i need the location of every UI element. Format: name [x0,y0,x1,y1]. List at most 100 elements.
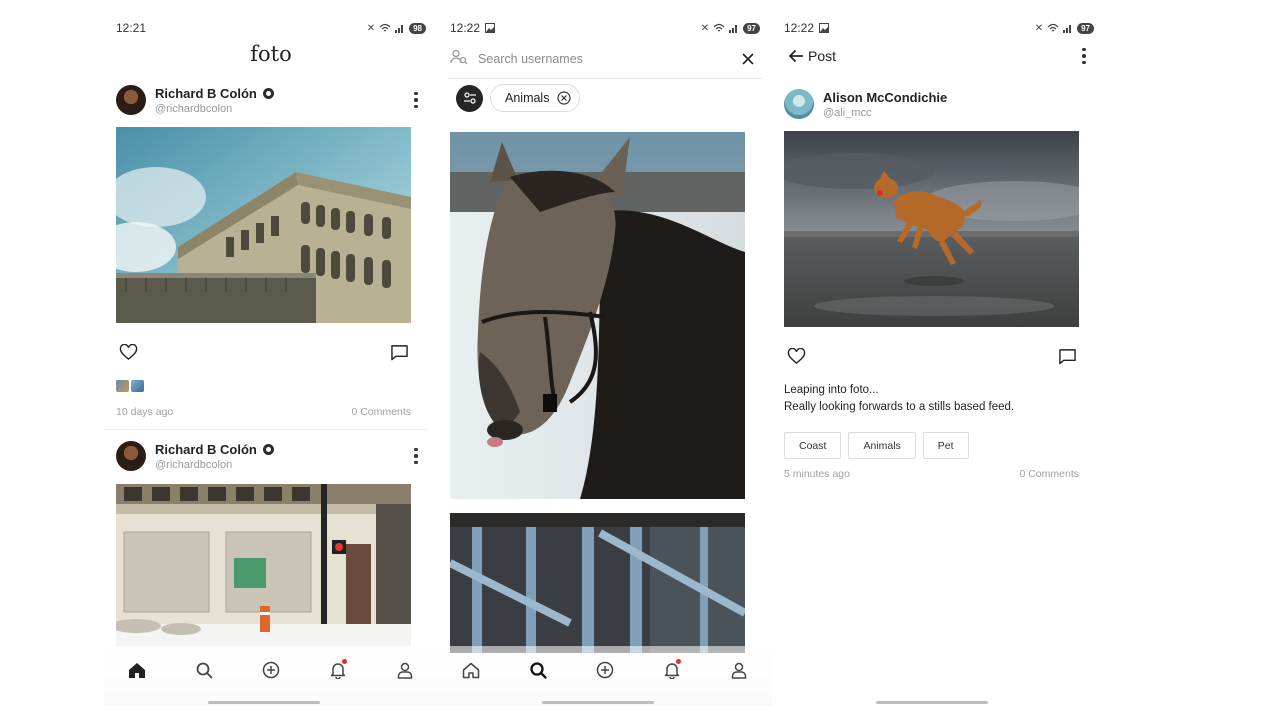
battery-badge: 97 [1077,22,1094,34]
author-name-row: Alison McCondichie [823,90,947,105]
app-title: foto [250,42,292,66]
home-icon[interactable] [456,658,486,682]
post-divider [104,429,428,430]
search-icon[interactable] [523,658,553,682]
gesture-bar[interactable] [542,701,654,704]
bell-icon[interactable] [323,658,353,682]
tag-animals[interactable]: Animals [848,432,916,459]
signal-icon [729,25,738,33]
result-photo-horse[interactable] [450,132,745,499]
feed-screen: 12:21 ✕ 98 foto Richard B Colón @richard… [104,0,438,720]
post-photo-storefront[interactable] [116,484,411,646]
signal-icon [1063,25,1072,33]
post-age: 10 days ago [116,406,174,418]
tag-pet[interactable]: Pet [922,432,969,459]
comments-count[interactable]: 0 Comments [351,406,411,418]
wifi-icon [379,23,391,32]
profile-icon[interactable] [724,658,754,682]
gallery-notification-icon [485,23,496,33]
post-actions [784,344,1079,368]
filter-row: Animals [456,84,581,112]
post-tags: Coast Animals Pet [784,432,969,459]
author-handle: @richardbcolon [155,102,233,115]
battery-badge: 97 [743,22,760,34]
more-options-icon[interactable] [406,444,426,468]
author-handle: @ali_mcc [823,106,872,119]
search-input[interactable] [478,52,736,66]
verified-icon [262,87,274,99]
user-search-icon [450,49,468,70]
author-name[interactable]: Richard B Colón [155,442,257,457]
post-detail-screen: 12:22 ✕ 97 Post Alison McCondichie @ali_… [772,0,1106,720]
mute-icon: ✕ [366,22,376,34]
status-bar: 12:22 ✕ 97 [784,18,1094,38]
avatar[interactable] [116,441,146,471]
avatar[interactable] [116,85,146,115]
search-screen: 12:22 ✕ 97 Animals [438,0,772,720]
system-icons: ✕ 97 [1035,22,1094,34]
more-options-icon[interactable] [406,88,426,112]
comments-count[interactable]: 0 Comments [1019,468,1079,480]
author-name[interactable]: Alison McCondichie [823,90,947,105]
status-left: 12:22 [450,21,496,35]
signal-icon [395,25,404,33]
post-caption: Leaping into foto... Really looking forw… [784,382,1084,416]
profile-icon[interactable] [390,658,420,682]
post-header: Richard B Colón @richardbcolon [116,82,426,118]
building-image [116,127,411,323]
add-circle-icon[interactable] [590,658,620,682]
status-time: 12:22 [784,21,815,35]
bottom-navigation [104,646,438,706]
gesture-bar[interactable] [208,701,320,704]
notification-dot [675,659,681,664]
wifi-icon [713,23,725,32]
screen-title: Post [808,48,837,64]
home-icon[interactable] [122,658,152,682]
search-icon[interactable] [189,658,219,682]
system-icons: ✕ 97 [701,22,760,34]
filter-chip-animals[interactable]: Animals [490,84,581,112]
system-icons: ✕ 98 [366,22,426,34]
close-icon[interactable] [736,47,760,71]
dog-beach-image [784,131,1079,327]
bell-icon[interactable] [657,658,687,682]
top-app-bar: Post [784,42,1094,70]
result-photo-railing[interactable] [450,513,745,653]
remove-chip-icon[interactable] [557,91,572,105]
post-photo-building[interactable] [116,127,411,323]
reaction-emoji [131,380,144,392]
comment-icon[interactable] [387,340,411,364]
notification-dot [341,659,347,664]
search-divider [448,78,762,79]
post-meta: 10 days ago 0 Comments [116,406,411,418]
filter-icon[interactable] [456,84,483,112]
more-options-icon[interactable] [1074,44,1094,68]
reaction-emojis [116,380,144,392]
post-author: Richard B Colón @richardbcolon [155,86,274,115]
chip-label: Animals [505,91,550,105]
post-author: Alison McCondichie @ali_mcc [823,90,947,119]
comment-icon[interactable] [1055,344,1079,368]
add-circle-icon[interactable] [256,658,286,682]
storefront-image [116,484,411,646]
railing-image [450,513,745,653]
wifi-icon [1047,23,1059,32]
author-handle: @richardbcolon [155,458,233,471]
heart-icon[interactable] [784,344,808,368]
avatar[interactable] [784,89,814,119]
reaction-emoji [116,380,129,392]
post-author: Richard B Colón @richardbcolon [155,442,274,471]
author-name-row: Richard B Colón [155,86,274,101]
status-time: 12:21 [116,21,147,35]
post-header: Richard B Colón @richardbcolon [116,438,426,474]
gesture-bar[interactable] [876,701,988,704]
back-arrow-icon[interactable] [784,44,808,68]
tag-coast[interactable]: Coast [784,432,842,459]
post-photo-dog[interactable] [784,131,1079,327]
author-name[interactable]: Richard B Colón [155,86,257,101]
post-meta: 5 minutes ago 0 Comments [784,468,1079,480]
heart-icon[interactable] [116,340,140,364]
gallery-notification-icon [819,23,830,33]
status-time: 12:22 [450,21,481,35]
status-bar: 12:21 ✕ 98 [116,18,426,38]
